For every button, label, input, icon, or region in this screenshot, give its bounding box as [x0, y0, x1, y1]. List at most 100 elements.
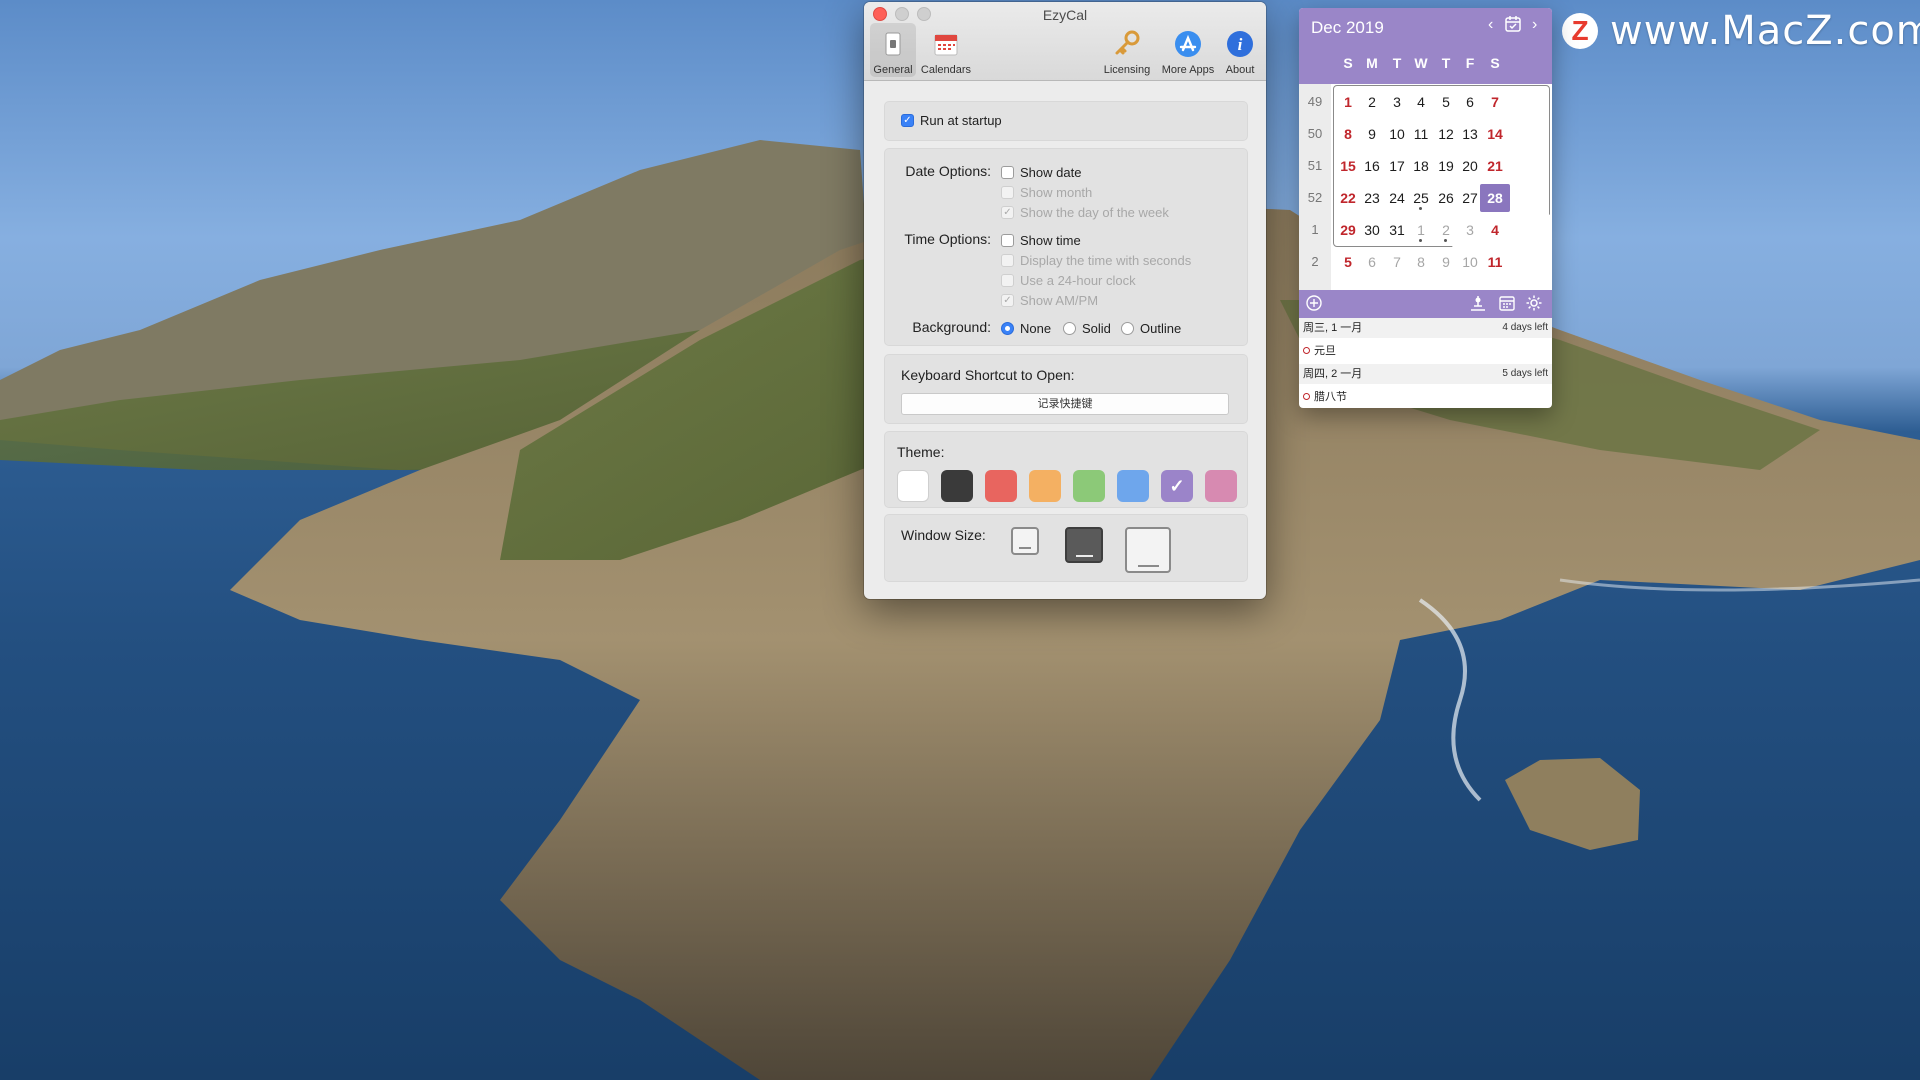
shortcut-panel: Keyboard Shortcut to Open: 记录快捷键 — [884, 354, 1248, 424]
tab-licensing[interactable]: Licensing — [1097, 26, 1157, 76]
background-outline-option[interactable]: Outline — [1121, 321, 1181, 336]
show-date-option[interactable]: Show date — [1001, 165, 1081, 180]
show-month-label: Show month — [1020, 185, 1093, 200]
display-options-panel: Date Options: Show date Show month ✓ Sho… — [884, 148, 1248, 346]
window-title: EzyCal — [1042, 7, 1088, 23]
show-ampm-checkbox: ✓ — [1001, 294, 1014, 307]
window-size-medium-option[interactable] — [1065, 527, 1103, 563]
theme-swatches: ✓ — [897, 470, 1237, 502]
shortcut-label: Keyboard Shortcut to Open: — [901, 367, 1075, 383]
event-date: 周四, 2 一月 — [1303, 368, 1363, 380]
calendar-action-bar — [1299, 290, 1552, 318]
chevron-left-icon[interactable]: ‹ — [1488, 16, 1493, 34]
theme-purple-swatch[interactable]: ✓ — [1161, 470, 1193, 502]
calendar-day-cell[interactable]: 11 — [1480, 248, 1510, 276]
week-number: 2 — [1311, 254, 1319, 269]
calendar-header: Dec 2019 ‹ › SMTWTFS — [1299, 8, 1552, 84]
background-outline-radio[interactable] — [1121, 322, 1134, 335]
weekday-label: S — [1490, 55, 1500, 71]
calendar-app-icon[interactable] — [1498, 294, 1516, 316]
show-ampm-option: ✓ Show AM/PM — [1001, 293, 1098, 308]
chevron-right-icon[interactable]: › — [1532, 16, 1537, 34]
theme-pink-swatch[interactable] — [1205, 470, 1237, 502]
week-number: 1 — [1311, 222, 1319, 237]
startup-panel: ✓ Run at startup — [884, 101, 1248, 141]
add-event-icon[interactable] — [1305, 294, 1323, 316]
theme-orange-swatch[interactable] — [1029, 470, 1061, 502]
background-label: Background: — [912, 319, 991, 335]
info-icon: i — [1222, 26, 1258, 62]
week-number: 49 — [1307, 94, 1323, 109]
show-month-option: Show month — [1001, 185, 1092, 200]
show-seconds-checkbox — [1001, 254, 1014, 267]
window-size-label: Window Size: — [901, 527, 986, 543]
week-number: 50 — [1307, 126, 1323, 141]
show-time-label: Show time — [1020, 233, 1081, 248]
run-at-startup-option[interactable]: ✓ Run at startup — [901, 113, 1002, 128]
background-none-label: None — [1020, 321, 1052, 336]
theme-label: Theme: — [897, 444, 945, 460]
event-item[interactable]: 元旦 — [1303, 342, 1336, 358]
event-day-header: 周四, 2 一月 5 days left — [1299, 364, 1552, 384]
event-date: 周三, 1 一月 — [1303, 322, 1363, 334]
time-options-label: Time Options: — [904, 231, 991, 247]
tab-general-label: General — [873, 64, 913, 76]
tab-more-apps-label: More Apps — [1161, 64, 1215, 76]
theme-blue-swatch[interactable] — [1117, 470, 1149, 502]
show-month-checkbox — [1001, 186, 1014, 199]
theme-panel: Theme: ✓ — [884, 431, 1248, 508]
window-toolbar: EzyCal General Calendars Licensing More … — [864, 2, 1266, 81]
tab-licensing-label: Licensing — [1103, 64, 1151, 76]
general-icon — [875, 26, 911, 62]
theme-black-swatch[interactable] — [941, 470, 973, 502]
window-size-small-option[interactable] — [1011, 527, 1039, 555]
event-title: 元旦 — [1314, 345, 1336, 357]
tab-general[interactable]: General — [870, 23, 916, 77]
show-date-checkbox[interactable] — [1001, 166, 1014, 179]
event-item[interactable]: 腊八节 — [1303, 388, 1347, 404]
event-days-left: 4 days left — [1502, 322, 1548, 333]
show-time-checkbox[interactable] — [1001, 234, 1014, 247]
settings-gear-icon[interactable] — [1525, 294, 1543, 316]
tab-calendars-label: Calendars — [920, 64, 972, 76]
tab-calendars[interactable]: Calendars — [918, 26, 974, 76]
24-hour-clock-label: Use a 24-hour clock — [1020, 273, 1136, 288]
background-solid-label: Solid — [1082, 321, 1111, 336]
background-solid-option[interactable]: Solid — [1063, 321, 1111, 336]
theme-white-swatch[interactable] — [897, 470, 929, 502]
calendar-widget: Dec 2019 ‹ › SMTWTFS 49 50 51 52 1 2 1 2 3 4 5 6 7 8 9… — [1299, 8, 1552, 408]
background-none-option[interactable]: None — [1001, 321, 1051, 336]
calendar-month-title: Dec 2019 — [1311, 18, 1384, 37]
event-color-dot — [1303, 346, 1310, 354]
24-hour-clock-option: Use a 24-hour clock — [1001, 273, 1136, 288]
tab-more-apps[interactable]: More Apps — [1156, 26, 1220, 76]
calendar-icon — [928, 26, 964, 62]
watermark-text: www.MacZ.com — [1610, 8, 1920, 54]
background-outline-label: Outline — [1140, 321, 1182, 336]
show-seconds-option: Display the time with seconds — [1001, 253, 1191, 268]
record-shortcut-button[interactable]: 记录快捷键 — [901, 393, 1229, 415]
tab-about[interactable]: i About — [1218, 26, 1262, 76]
show-time-option[interactable]: Show time — [1001, 233, 1081, 248]
date-options-label: Date Options: — [905, 163, 991, 179]
event-title: 腊八节 — [1314, 391, 1347, 403]
background-none-radio[interactable] — [1001, 322, 1014, 335]
svg-text:i: i — [1238, 35, 1243, 54]
tab-about-label: About — [1225, 64, 1255, 76]
background-solid-radio[interactable] — [1063, 322, 1076, 335]
today-calendar-icon[interactable] — [1504, 15, 1522, 38]
app-store-icon — [1170, 26, 1206, 62]
show-weekday-checkbox: ✓ — [1001, 206, 1014, 219]
calendar-grid: 49 50 51 52 1 2 1 2 3 4 5 6 7 8 9 10 11 12 13 14 15 16 17 18 19 2… — [1299, 84, 1552, 290]
pin-icon[interactable] — [1469, 294, 1487, 316]
event-color-dot — [1303, 392, 1310, 400]
calendar-day-cell[interactable]: 4 — [1480, 216, 1510, 244]
run-at-startup-checkbox[interactable]: ✓ — [901, 114, 914, 127]
theme-red-swatch[interactable] — [985, 470, 1017, 502]
current-month-outline — [1333, 85, 1550, 247]
theme-green-swatch[interactable] — [1073, 470, 1105, 502]
maczcom-watermark: Z www.MacZ.com — [1562, 8, 1920, 54]
show-ampm-label: Show AM/PM — [1020, 293, 1099, 308]
window-size-large-option[interactable] — [1125, 527, 1171, 573]
show-weekday-option: ✓ Show the day of the week — [1001, 205, 1169, 220]
